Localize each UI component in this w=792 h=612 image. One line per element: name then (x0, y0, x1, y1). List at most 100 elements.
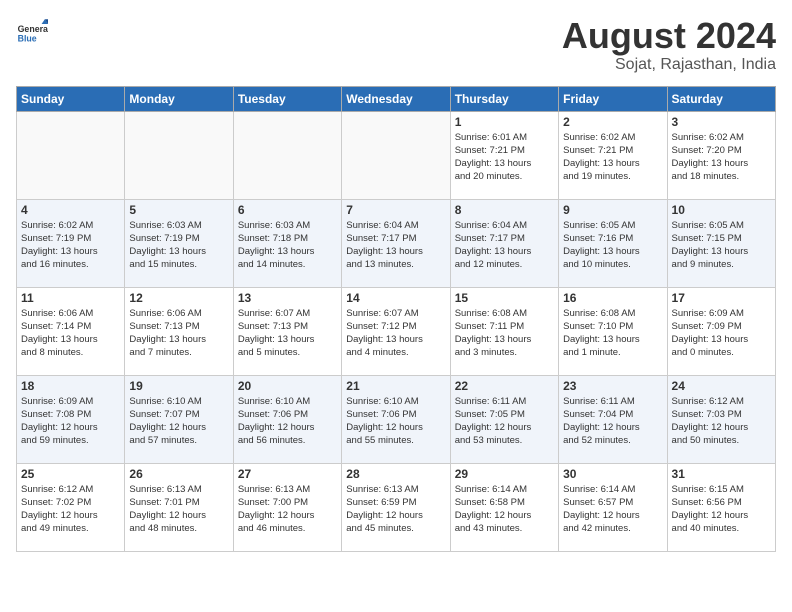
day-info: Sunrise: 6:08 AMSunset: 7:10 PMDaylight:… (563, 307, 662, 360)
day-info: Sunrise: 6:10 AMSunset: 7:06 PMDaylight:… (238, 395, 337, 448)
day-info: Sunrise: 6:10 AMSunset: 7:07 PMDaylight:… (129, 395, 228, 448)
calendar-day-cell: 4Sunrise: 6:02 AMSunset: 7:19 PMDaylight… (17, 199, 125, 287)
day-number: 17 (672, 291, 771, 305)
day-of-week-header: Tuesday (233, 86, 341, 111)
day-info: Sunrise: 6:04 AMSunset: 7:17 PMDaylight:… (346, 219, 445, 272)
calendar-day-cell: 13Sunrise: 6:07 AMSunset: 7:13 PMDayligh… (233, 287, 341, 375)
calendar-day-cell: 6 Sunrise: 6:03 AMSunset: 7:18 PMDaylight… (233, 199, 341, 287)
calendar-day-cell: 2 Sunrise: 6:02 AMSunset: 7:21 PMDaylight… (559, 111, 667, 199)
day-of-week-header: Monday (125, 86, 233, 111)
calendar-day-cell: 15 Sunrise: 6:08 AMSunset: 7:11 PMDayligh… (450, 287, 558, 375)
day-number: 25 (21, 467, 120, 481)
calendar-week-row: 25 Sunrise: 6:12 AMSunset: 7:02 PMDayligh… (17, 463, 776, 551)
calendar-day-cell: 20Sunrise: 6:10 AMSunset: 7:06 PMDayligh… (233, 375, 341, 463)
day-number: 5 (129, 203, 228, 217)
calendar-week-row: 1Sunrise: 6:01 AMSunset: 7:21 PMDaylight… (17, 111, 776, 199)
calendar-day-cell: 31 Sunrise: 6:15 AMSunset: 6:56 PMDayligh… (667, 463, 775, 551)
day-number: 22 (455, 379, 554, 393)
day-of-week-header: Wednesday (342, 86, 450, 111)
day-of-week-header: Friday (559, 86, 667, 111)
calendar-day-cell: 25 Sunrise: 6:12 AMSunset: 7:02 PMDayligh… (17, 463, 125, 551)
day-info: Sunrise: 6:09 AMSunset: 7:08 PMDaylight:… (21, 395, 120, 448)
calendar-week-row: 18 Sunrise: 6:09 AMSunset: 7:08 PMDayligh… (17, 375, 776, 463)
day-info: Sunrise: 6:11 AMSunset: 7:04 PMDaylight:… (563, 395, 662, 448)
calendar-day-cell: 10 Sunrise: 6:05 AMSunset: 7:15 PMDayligh… (667, 199, 775, 287)
calendar-day-cell (342, 111, 450, 199)
day-number: 27 (238, 467, 337, 481)
day-number: 16 (563, 291, 662, 305)
day-number: 21 (346, 379, 445, 393)
day-info: Sunrise: 6:02 AMSunset: 7:20 PMDaylight:… (672, 131, 771, 184)
calendar-day-cell: 9 Sunrise: 6:05 AMSunset: 7:16 PMDaylight… (559, 199, 667, 287)
day-number: 23 (563, 379, 662, 393)
day-info: Sunrise: 6:07 AMSunset: 7:13 PMDaylight:… (238, 307, 337, 360)
calendar-week-row: 4Sunrise: 6:02 AMSunset: 7:19 PMDaylight… (17, 199, 776, 287)
day-info: Sunrise: 6:01 AMSunset: 7:21 PMDaylight:… (455, 131, 554, 184)
day-number: 19 (129, 379, 228, 393)
day-info: Sunrise: 6:02 AMSunset: 7:21 PMDaylight:… (563, 131, 662, 184)
day-info: Sunrise: 6:12 AMSunset: 7:02 PMDaylight:… (21, 483, 120, 536)
day-info: Sunrise: 6:06 AMSunset: 7:13 PMDaylight:… (129, 307, 228, 360)
day-info: Sunrise: 6:10 AMSunset: 7:06 PMDaylight:… (346, 395, 445, 448)
calendar-day-cell: 11Sunrise: 6:06 AMSunset: 7:14 PMDayligh… (17, 287, 125, 375)
calendar-day-cell: 12 Sunrise: 6:06 AMSunset: 7:13 PMDayligh… (125, 287, 233, 375)
calendar-day-cell: 7Sunrise: 6:04 AMSunset: 7:17 PMDaylight… (342, 199, 450, 287)
calendar-day-cell: 24 Sunrise: 6:12 AMSunset: 7:03 PMDayligh… (667, 375, 775, 463)
day-info: Sunrise: 6:06 AMSunset: 7:14 PMDaylight:… (21, 307, 120, 360)
day-number: 29 (455, 467, 554, 481)
day-info: Sunrise: 6:07 AMSunset: 7:12 PMDaylight:… (346, 307, 445, 360)
day-info: Sunrise: 6:13 AMSunset: 7:00 PMDaylight:… (238, 483, 337, 536)
day-number: 3 (672, 115, 771, 129)
day-info: Sunrise: 6:03 AMSunset: 7:19 PMDaylight:… (129, 219, 228, 272)
calendar-day-cell: 14 Sunrise: 6:07 AMSunset: 7:12 PMDayligh… (342, 287, 450, 375)
calendar-day-cell: 21 Sunrise: 6:10 AMSunset: 7:06 PMDayligh… (342, 375, 450, 463)
day-info: Sunrise: 6:12 AMSunset: 7:03 PMDaylight:… (672, 395, 771, 448)
day-info: Sunrise: 6:08 AMSunset: 7:11 PMDaylight:… (455, 307, 554, 360)
calendar-day-cell: 5 Sunrise: 6:03 AMSunset: 7:19 PMDaylight… (125, 199, 233, 287)
day-of-week-header: Sunday (17, 86, 125, 111)
location-subtitle: Sojat, Rajasthan, India (562, 56, 776, 74)
day-info: Sunrise: 6:05 AMSunset: 7:16 PMDaylight:… (563, 219, 662, 272)
calendar-day-cell: 26Sunrise: 6:13 AMSunset: 7:01 PMDayligh… (125, 463, 233, 551)
day-info: Sunrise: 6:05 AMSunset: 7:15 PMDaylight:… (672, 219, 771, 272)
day-number: 18 (21, 379, 120, 393)
day-number: 9 (563, 203, 662, 217)
day-of-week-header: Saturday (667, 86, 775, 111)
calendar-day-cell: 3 Sunrise: 6:02 AMSunset: 7:20 PMDaylight… (667, 111, 775, 199)
logo: General Blue (16, 16, 48, 48)
day-number: 6 (238, 203, 337, 217)
day-info: Sunrise: 6:13 AMSunset: 6:59 PMDaylight:… (346, 483, 445, 536)
day-number: 28 (346, 467, 445, 481)
day-number: 2 (563, 115, 662, 129)
day-number: 31 (672, 467, 771, 481)
calendar-day-cell: 30Sunrise: 6:14 AMSunset: 6:57 PMDayligh… (559, 463, 667, 551)
day-number: 30 (563, 467, 662, 481)
calendar-day-cell (233, 111, 341, 199)
calendar-day-cell: 29 Sunrise: 6:14 AMSunset: 6:58 PMDayligh… (450, 463, 558, 551)
calendar-day-cell: 27 Sunrise: 6:13 AMSunset: 7:00 PMDayligh… (233, 463, 341, 551)
day-info: Sunrise: 6:14 AMSunset: 6:58 PMDaylight:… (455, 483, 554, 536)
day-of-week-header: Thursday (450, 86, 558, 111)
day-number: 15 (455, 291, 554, 305)
calendar-day-cell: 19 Sunrise: 6:10 AMSunset: 7:07 PMDayligh… (125, 375, 233, 463)
title-block: August 2024 Sojat, Rajasthan, India (562, 16, 776, 74)
calendar-day-cell: 8Sunrise: 6:04 AMSunset: 7:17 PMDaylight… (450, 199, 558, 287)
day-info: Sunrise: 6:15 AMSunset: 6:56 PMDaylight:… (672, 483, 771, 536)
day-number: 14 (346, 291, 445, 305)
calendar-day-cell: 18 Sunrise: 6:09 AMSunset: 7:08 PMDayligh… (17, 375, 125, 463)
calendar-table: SundayMondayTuesdayWednesdayThursdayFrid… (16, 86, 776, 552)
day-info: Sunrise: 6:13 AMSunset: 7:01 PMDaylight:… (129, 483, 228, 536)
day-info: Sunrise: 6:03 AMSunset: 7:18 PMDaylight:… (238, 219, 337, 272)
calendar-day-cell: 22 Sunrise: 6:11 AMSunset: 7:05 PMDayligh… (450, 375, 558, 463)
day-number: 24 (672, 379, 771, 393)
calendar-day-cell: 17Sunrise: 6:09 AMSunset: 7:09 PMDayligh… (667, 287, 775, 375)
month-year-title: August 2024 (562, 16, 776, 56)
day-number: 10 (672, 203, 771, 217)
calendar-day-cell: 23 Sunrise: 6:11 AMSunset: 7:04 PMDayligh… (559, 375, 667, 463)
page-header: General Blue August 2024 Sojat, Rajastha… (16, 16, 776, 74)
day-number: 12 (129, 291, 228, 305)
calendar-week-row: 11Sunrise: 6:06 AMSunset: 7:14 PMDayligh… (17, 287, 776, 375)
svg-text:General: General (18, 24, 48, 34)
day-info: Sunrise: 6:11 AMSunset: 7:05 PMDaylight:… (455, 395, 554, 448)
calendar-day-cell (17, 111, 125, 199)
